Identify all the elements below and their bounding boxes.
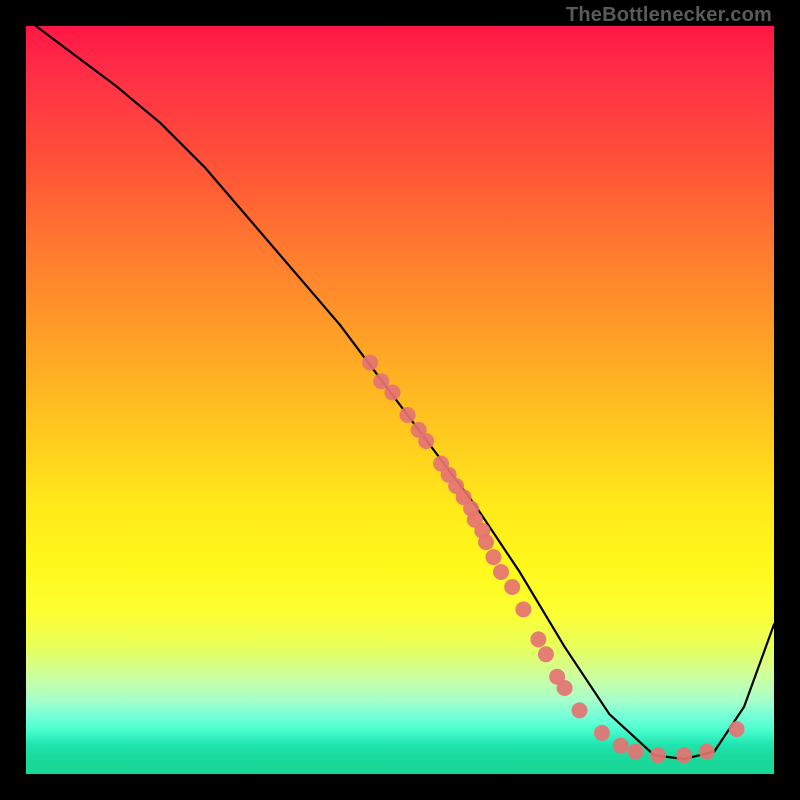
attribution-text: TheBottlenecker.com [566, 4, 772, 27]
marker-dot [628, 744, 644, 760]
chart-container: TheBottlenecker.com [0, 0, 800, 800]
marker-dot [478, 534, 494, 550]
marker-dot [650, 747, 666, 763]
marker-dots [362, 355, 744, 764]
marker-dot [613, 738, 629, 754]
plot-area [26, 26, 774, 774]
marker-dot [572, 702, 588, 718]
chart-svg [26, 26, 774, 774]
marker-dot [385, 385, 401, 401]
marker-dot [400, 407, 416, 423]
marker-dot [557, 680, 573, 696]
marker-dot [699, 744, 715, 760]
marker-dot [504, 579, 520, 595]
marker-dot [486, 549, 502, 565]
marker-dot [515, 601, 531, 617]
marker-dot [530, 631, 546, 647]
marker-dot [538, 646, 554, 662]
marker-dot [729, 721, 745, 737]
marker-dot [362, 355, 378, 371]
marker-dot [676, 747, 692, 763]
marker-dot [418, 433, 434, 449]
marker-dot [594, 725, 610, 741]
marker-dot [493, 564, 509, 580]
